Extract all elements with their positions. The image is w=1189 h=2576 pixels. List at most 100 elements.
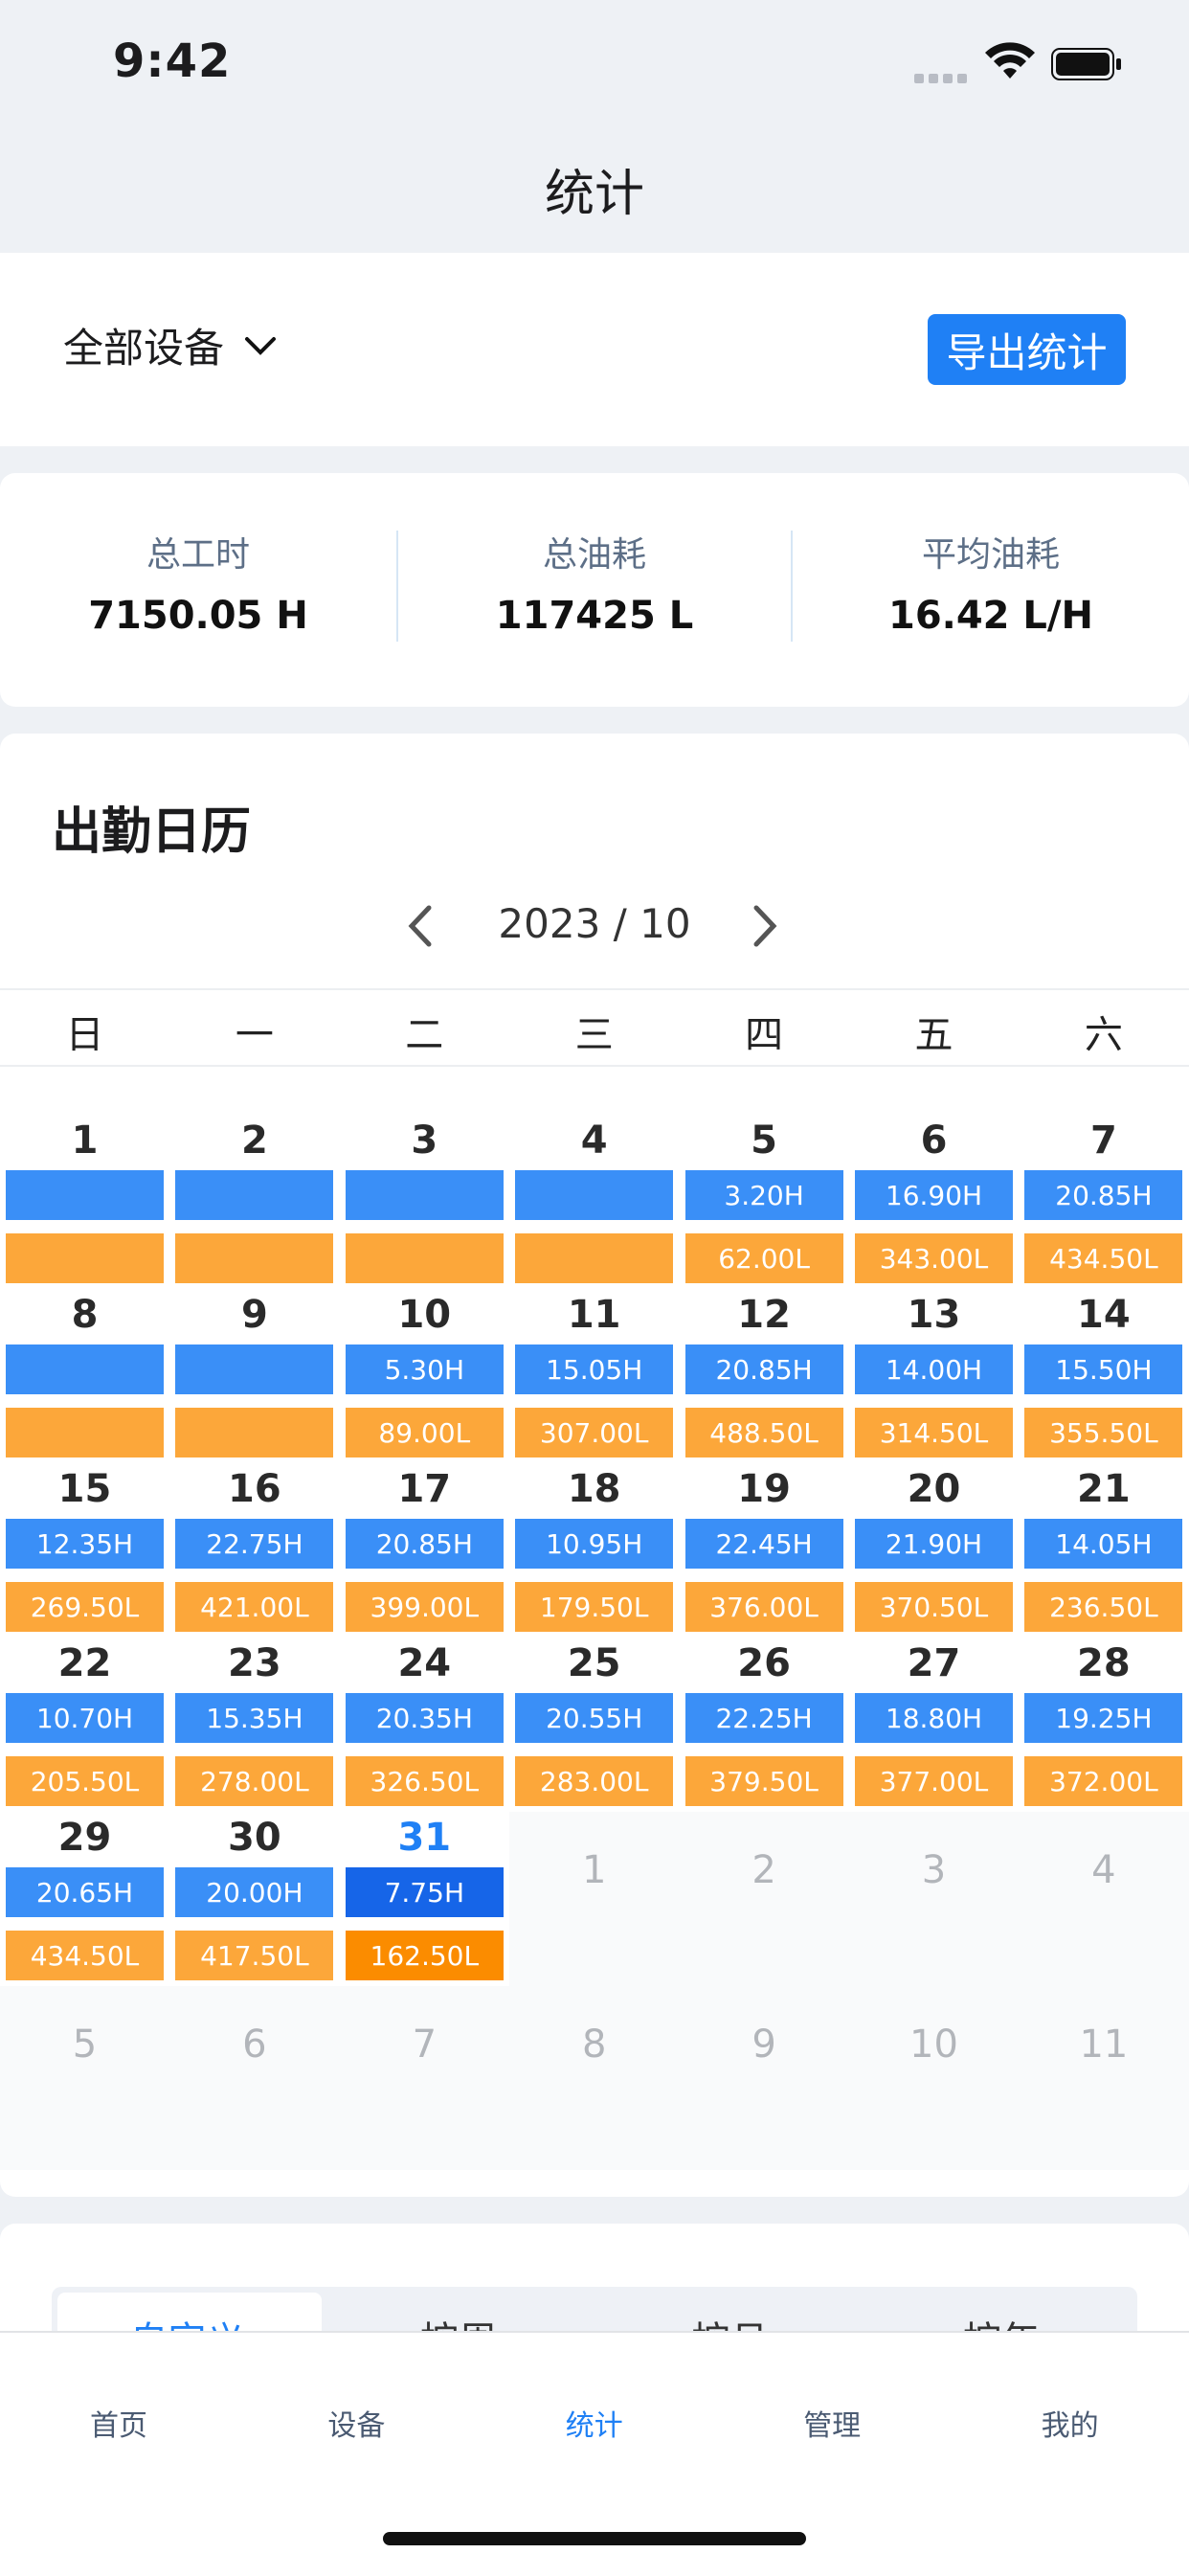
weekday-label: 二 [405,1013,444,1057]
calendar-day-10[interactable]: 10 5.30H 89.00L [340,1289,509,1463]
fuel-usage-badge: 434.50L [1024,1233,1183,1283]
work-hours-badge [175,1344,334,1394]
nav-profile[interactable]: 我的 [952,2402,1189,2444]
calendar-day-12[interactable]: 12 20.85H 488.50L [680,1289,849,1463]
next-month-day: 2 [752,1848,776,1892]
day-number: 18 [567,1467,621,1511]
work-hours-badge [6,1170,164,1220]
next-month-day: 3 [921,1848,947,1892]
next-month-area [0,1986,1189,2170]
calendar-day-3[interactable]: 3 [340,1115,509,1289]
calendar-day-28[interactable]: 28 19.25H 372.00L [1019,1638,1188,1812]
day-number: 12 [737,1293,791,1337]
work-hours-badge: 20.85H [1024,1170,1183,1220]
calendar-day-18[interactable]: 18 10.95H 179.50L [509,1463,679,1638]
day-number: 21 [1077,1467,1131,1511]
work-hours-badge: 15.50H [1024,1344,1183,1394]
work-hours-badge: 10.95H [515,1519,674,1569]
summary-stats: 总工时 7150.05 H 总油耗 117425 L 平均油耗 16.42 L/… [0,473,1189,707]
fuel-usage-badge: 376.00L [684,1582,843,1632]
calendar-day-17[interactable]: 17 20.85H 399.00L [340,1463,509,1638]
fuel-usage-badge: 372.00L [1024,1756,1183,1806]
export-stats-button[interactable]: 导出统计 [928,314,1126,385]
next-month-day: 10 [909,2022,958,2067]
calendar-title: 出勤日历 [52,803,252,861]
work-hours-badge: 18.80H [855,1693,1013,1743]
signal-icon [914,69,972,83]
calendar-day-20[interactable]: 20 21.90H 370.50L [849,1463,1019,1638]
chevron-right-icon[interactable] [745,902,783,950]
calendar-day-24[interactable]: 24 20.35H 326.50L [340,1638,509,1812]
fuel-usage-badge: 62.00L [684,1233,843,1283]
work-hours-badge: 16.90H [855,1170,1013,1220]
next-month-day: 6 [242,2022,267,2067]
work-hours-badge: 14.00H [855,1344,1013,1394]
day-number: 29 [57,1816,112,1860]
fuel-usage-badge: 370.50L [855,1582,1013,1632]
work-hours-badge: 20.85H [345,1519,504,1569]
fuel-usage-badge: 417.50L [175,1931,334,1980]
nav-stats[interactable]: 统计 [476,2402,713,2444]
fuel-usage-badge: 488.50L [684,1408,843,1457]
fuel-usage-badge: 421.00L [175,1582,334,1632]
page-title: 统计 [544,166,644,223]
stat-label: 平均油耗 [921,535,1060,575]
calendar-day-9[interactable]: 9 [169,1289,339,1463]
fuel-usage-badge: 326.50L [345,1756,504,1806]
next-month-day: 1 [581,1848,607,1892]
calendar-day-6[interactable]: 6 16.90H 343.00L [849,1115,1019,1289]
chevron-down-icon [245,336,277,355]
weekday-header: 日一二三四五六 [0,988,1189,1065]
calendar-day-30[interactable]: 30 20.00H 417.50L [169,1812,339,1986]
weekday-label: 日 [65,1013,104,1057]
stat-value: 7150.05 H [88,594,308,638]
fuel-usage-badge: 283.00L [515,1756,674,1806]
work-hours-badge: 22.45H [684,1519,843,1569]
day-number: 7 [1089,1119,1117,1163]
calendar-day-25[interactable]: 25 20.55H 283.00L [509,1638,679,1812]
calendar-day-15[interactable]: 15 12.35H 269.50L [0,1463,169,1638]
calendar-day-29[interactable]: 29 20.65H 434.50L [0,1812,169,1986]
calendar-day-14[interactable]: 14 15.50H 355.50L [1019,1289,1188,1463]
calendar-day-7[interactable]: 7 20.85H 434.50L [1019,1115,1188,1289]
calendar-day-2[interactable]: 2 [169,1115,339,1289]
calendar-day-5[interactable]: 5 3.20H 62.00L [680,1115,849,1289]
day-number: 23 [228,1641,281,1685]
day-number: 10 [397,1293,452,1337]
fuel-usage-badge: 343.00L [855,1233,1013,1283]
calendar-day-8[interactable]: 8 [0,1289,169,1463]
fuel-usage-badge [175,1408,334,1457]
calendar-day-19[interactable]: 19 22.45H 376.00L [680,1463,849,1638]
nav-home[interactable]: 首页 [0,2402,237,2444]
calendar-day-13[interactable]: 13 14.00H 314.50L [849,1289,1019,1463]
calendar-day-11[interactable]: 11 15.05H 307.00L [509,1289,679,1463]
nav-manage[interactable]: 管理 [713,2402,951,2444]
day-number: 20 [907,1467,961,1511]
calendar-day-23[interactable]: 23 15.35H 278.00L [169,1638,339,1812]
calendar-day-22[interactable]: 22 10.70H 205.50L [0,1638,169,1812]
day-number: 26 [737,1641,791,1685]
day-number: 6 [920,1119,948,1163]
next-month-day: 4 [1091,1848,1116,1892]
work-hours-badge: 12.35H [6,1519,164,1569]
calendar-day-4[interactable]: 4 [509,1115,679,1289]
calendar-day-1[interactable]: 1 [0,1115,169,1289]
work-hours-badge: 21.90H [855,1519,1013,1569]
day-number: 8 [71,1293,99,1337]
status-bar: 9:42 [0,0,1189,134]
day-number: 31 [397,1816,452,1860]
device-dropdown[interactable]: 全部设备 [63,316,280,374]
calendar-day-21[interactable]: 21 14.05H 236.50L [1019,1463,1188,1638]
calendar-day-26[interactable]: 26 22.25H 379.50L [680,1638,849,1812]
month-navigator: 2023 / 10 [0,887,1189,963]
nav-devices[interactable]: 设备 [237,2402,475,2444]
calendar-day-31[interactable]: 31 7.75H 162.50L [340,1812,509,1986]
day-number: 14 [1077,1293,1131,1337]
calendar-day-16[interactable]: 16 22.75H 421.00L [169,1463,339,1638]
stat-label: 总油耗 [542,535,646,575]
work-hours-badge [345,1170,504,1220]
day-number: 27 [907,1641,961,1685]
calendar-day-27[interactable]: 27 18.80H 377.00L [849,1638,1019,1812]
next-month-day: 11 [1079,2022,1129,2067]
fuel-usage-badge: 269.50L [6,1582,164,1632]
